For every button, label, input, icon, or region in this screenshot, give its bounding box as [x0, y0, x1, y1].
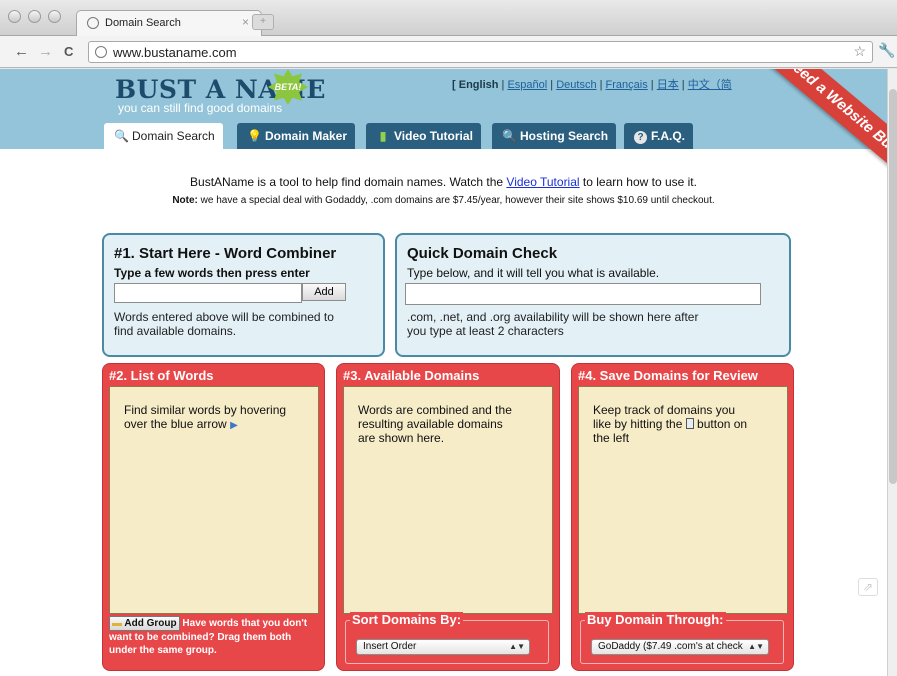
share-icon[interactable]: ⇗ — [858, 578, 878, 596]
saved-domains-area[interactable]: Keep track of domains you like by hittin… — [578, 386, 788, 614]
word-combiner-help: Words entered above will be combined to … — [114, 310, 334, 338]
page-scrollbar[interactable] — [887, 69, 897, 676]
close-window-button[interactable] — [8, 10, 21, 23]
bookmark-star-icon[interactable]: ☆ — [853, 43, 866, 60]
intro-text: BustAName is a tool to help find domain … — [190, 175, 697, 189]
word-input[interactable] — [114, 283, 302, 303]
globe-icon — [95, 46, 107, 58]
list-of-words-panel: #2. List of Words Find similar words by … — [102, 363, 325, 671]
browser-titlebar: Domain Search × + — [0, 0, 897, 37]
select-arrows-icon: ▲▼ — [509, 642, 525, 651]
page-content: BUST A NAME BETA! you can still find goo… — [0, 69, 887, 676]
tab-title: Domain Search — [105, 17, 181, 29]
word-combiner-title: #1. Start Here - Word Combiner — [114, 245, 337, 262]
scrollbar-thumb[interactable] — [889, 89, 897, 484]
save-domains-hint: Keep track of domains you like by hittin… — [593, 403, 748, 445]
browser-toolbar: ← → C www.bustaname.com ☆ 🔧 — [0, 36, 897, 68]
globe-icon — [87, 17, 99, 29]
quick-check-title: Quick Domain Check — [407, 245, 558, 262]
group-help: ▬ Add Group Have words that you don't wa… — [109, 616, 308, 656]
buy-legend: Buy Domain Through: — [585, 612, 726, 627]
save-domains-title: #4. Save Domains for Review — [578, 368, 758, 383]
quick-check-subtitle: Type below, and it will tell you what is… — [407, 266, 660, 280]
minimize-window-button[interactable] — [28, 10, 41, 23]
quick-check-help: .com, .net, and .org availability will b… — [407, 310, 699, 338]
available-domains-hint: Words are combined and the resulting ava… — [358, 403, 512, 445]
sort-select[interactable]: Insert Order ▲▼ — [356, 639, 530, 655]
forward-button[interactable]: → — [38, 43, 53, 60]
lang-link[interactable]: Español — [507, 79, 547, 91]
available-domains-panel: #3. Available Domains Words are combined… — [336, 363, 560, 671]
browser-tab[interactable]: Domain Search × — [76, 10, 262, 37]
available-domains-area[interactable]: Words are combined and the resulting ava… — [343, 386, 553, 614]
sort-legend: Sort Domains By: — [350, 612, 464, 627]
save-domains-panel: #4. Save Domains for Review Keep track o… — [571, 363, 794, 671]
add-group-button[interactable]: ▬ Add Group — [109, 616, 180, 631]
buy-fieldset: Buy Domain Through: GoDaddy ($7.49 .com'… — [580, 612, 784, 664]
tab-video-tutorial[interactable]: ▮ Video Tutorial — [366, 123, 481, 149]
wrench-icon[interactable]: 🔧 — [878, 42, 895, 59]
zoom-window-button[interactable] — [48, 10, 61, 23]
lang-link[interactable]: 中文（简 — [688, 79, 732, 91]
language-selector: [ English | Español | Deutsch | Français… — [452, 79, 732, 91]
lang-link[interactable]: Deutsch — [556, 79, 596, 91]
video-tutorial-link[interactable]: Video Tutorial — [506, 175, 579, 189]
tab-close-button[interactable]: × — [242, 15, 249, 29]
list-of-words-title: #2. List of Words — [109, 368, 214, 383]
godaddy-note: Note: we have a special deal with Godadd… — [172, 195, 715, 206]
sort-fieldset: Sort Domains By: Insert Order ▲▼ — [345, 612, 549, 664]
tab-hosting-search[interactable]: 🔍 Hosting Search — [492, 123, 617, 149]
select-arrows-icon: ▲▼ — [748, 642, 764, 651]
url-text: www.bustaname.com — [113, 45, 237, 60]
blue-arrow-icon: ▶ — [230, 420, 238, 431]
quick-check-input[interactable] — [405, 283, 761, 305]
tab-faq[interactable]: ? F.A.Q. — [624, 123, 694, 149]
lightbulb-icon: 💡 — [247, 129, 262, 143]
lang-link[interactable]: 日本 — [657, 79, 679, 91]
magnifier-icon: 🔍 — [502, 129, 517, 143]
add-word-button[interactable]: Add — [302, 283, 346, 301]
site-tagline: you can still find good domains — [118, 101, 283, 115]
words-list-area[interactable]: Find similar words by hovering over the … — [109, 386, 319, 614]
words-list-hint: Find similar words by hovering over the … — [124, 403, 287, 431]
word-combiner-panel: #1. Start Here - Word Combiner Type a fe… — [102, 233, 385, 357]
new-tab-button[interactable]: + — [252, 14, 274, 30]
reload-button[interactable]: C — [64, 44, 73, 59]
help-icon: ? — [634, 131, 647, 144]
tab-domain-maker[interactable]: 💡 Domain Maker — [237, 123, 356, 149]
video-icon: ▮ — [379, 129, 387, 143]
lang-link[interactable]: Français — [606, 79, 648, 91]
available-domains-title: #3. Available Domains — [343, 368, 480, 383]
quick-domain-check-panel: Quick Domain Check Type below, and it wi… — [395, 233, 791, 357]
folder-icon: ▬ — [112, 618, 122, 629]
tab-domain-search[interactable]: 🔍 Domain Search — [104, 123, 223, 149]
save-button-icon — [685, 418, 694, 429]
registrar-select[interactable]: GoDaddy ($7.49 .com's at check ▲▼ — [591, 639, 769, 655]
word-combiner-subtitle: Type a few words then press enter — [114, 266, 310, 280]
lang-current: English — [458, 79, 499, 91]
address-bar[interactable]: www.bustaname.com ☆ — [88, 41, 873, 63]
back-button[interactable]: ← — [14, 43, 29, 60]
magnifier-icon: 🔍 — [114, 129, 129, 143]
